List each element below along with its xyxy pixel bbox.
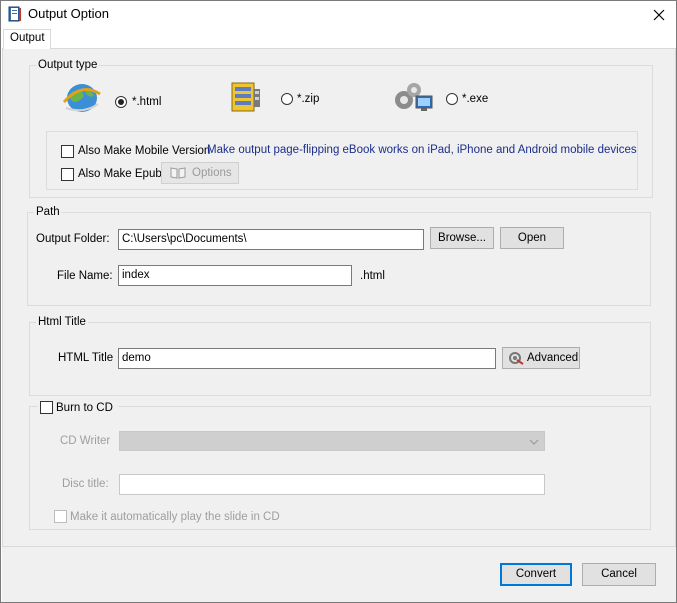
file-extension-label: .html: [360, 270, 385, 282]
advanced-settings-icon: [509, 352, 524, 365]
output-type-legend: Output type: [36, 59, 100, 72]
mobile-version-checkbox[interactable]: [61, 145, 74, 158]
options-button-label: Options: [192, 167, 232, 179]
output-folder-input[interactable]: C:\Users\pc\Documents\: [118, 229, 424, 250]
advanced-button[interactable]: Advanced: [502, 347, 580, 369]
close-icon: [653, 9, 665, 20]
html-radio-label: *.html: [132, 96, 162, 108]
convert-button[interactable]: Convert: [500, 563, 572, 586]
mobile-epub-box: Also Make Mobile Version Make output pag…: [46, 131, 638, 190]
file-name-label: File Name:: [57, 270, 113, 282]
cd-writer-label: CD Writer: [60, 435, 111, 447]
globe-icon: [62, 84, 101, 112]
tab-output[interactable]: Output: [3, 29, 51, 49]
app-book-icon: [8, 6, 21, 22]
mobile-version-label: Also Make Mobile Version: [78, 145, 211, 157]
book-icon: [170, 167, 186, 179]
disc-title-label: Disc title:: [62, 478, 109, 490]
close-button[interactable]: [642, 1, 676, 28]
autoplay-checkbox[interactable]: [54, 510, 67, 523]
html-title-input[interactable]: demo: [118, 348, 496, 369]
output-type-group: Output type *.html *.zip *.exe Also Make…: [29, 59, 653, 198]
browse-button[interactable]: Browse...: [430, 227, 494, 249]
html-radio[interactable]: [115, 96, 127, 108]
burn-cd-legend: Burn to CD: [38, 401, 118, 415]
autoplay-label: Make it automatically play the slide in …: [70, 511, 280, 523]
zip-radio[interactable]: [281, 93, 293, 105]
output-option-dialog: Output Option Output Output type *.html: [0, 0, 677, 603]
path-legend: Path: [34, 206, 62, 219]
path-group: Path Output Folder: C:\Users\pc\Document…: [27, 206, 651, 306]
burn-cd-checkbox[interactable]: [40, 401, 53, 414]
exe-radio[interactable]: [446, 93, 458, 105]
zip-radio-label: *.zip: [297, 93, 320, 105]
gears-computer-icon: [395, 83, 433, 111]
html-title-label: HTML Title: [58, 352, 114, 364]
exe-radio-label: *.exe: [462, 93, 489, 105]
file-name-input[interactable]: index: [118, 265, 352, 286]
epub-label: Also Make Epub: [78, 168, 162, 180]
html-title-legend: Html Title: [36, 316, 88, 329]
open-button[interactable]: Open: [500, 227, 564, 249]
dialog-footer: Convert Cancel: [2, 547, 676, 602]
epub-checkbox[interactable]: [61, 168, 74, 181]
epub-options-button[interactable]: Options: [161, 162, 239, 184]
title-bar: Output Option: [1, 1, 676, 29]
chevron-down-icon: [529, 439, 539, 445]
tab-strip: Output: [1, 29, 676, 49]
output-tab-panel: Output type *.html *.zip *.exe Also Make…: [2, 48, 676, 547]
burn-cd-label: Burn to CD: [56, 402, 113, 414]
window-title: Output Option: [28, 6, 109, 21]
archive-icon: [231, 82, 260, 112]
burn-cd-group: Burn to CD CD Writer Disc title: Make it…: [29, 401, 651, 530]
cancel-button[interactable]: Cancel: [582, 563, 656, 586]
advanced-button-label: Advanced: [527, 352, 579, 364]
cd-writer-select[interactable]: [119, 431, 545, 451]
html-title-group: Html Title HTML Title demo Advanced: [29, 316, 651, 396]
output-folder-label: Output Folder:: [36, 233, 110, 245]
disc-title-input[interactable]: [119, 474, 545, 495]
mobile-description: Make output page-flipping eBook works on…: [207, 144, 637, 156]
